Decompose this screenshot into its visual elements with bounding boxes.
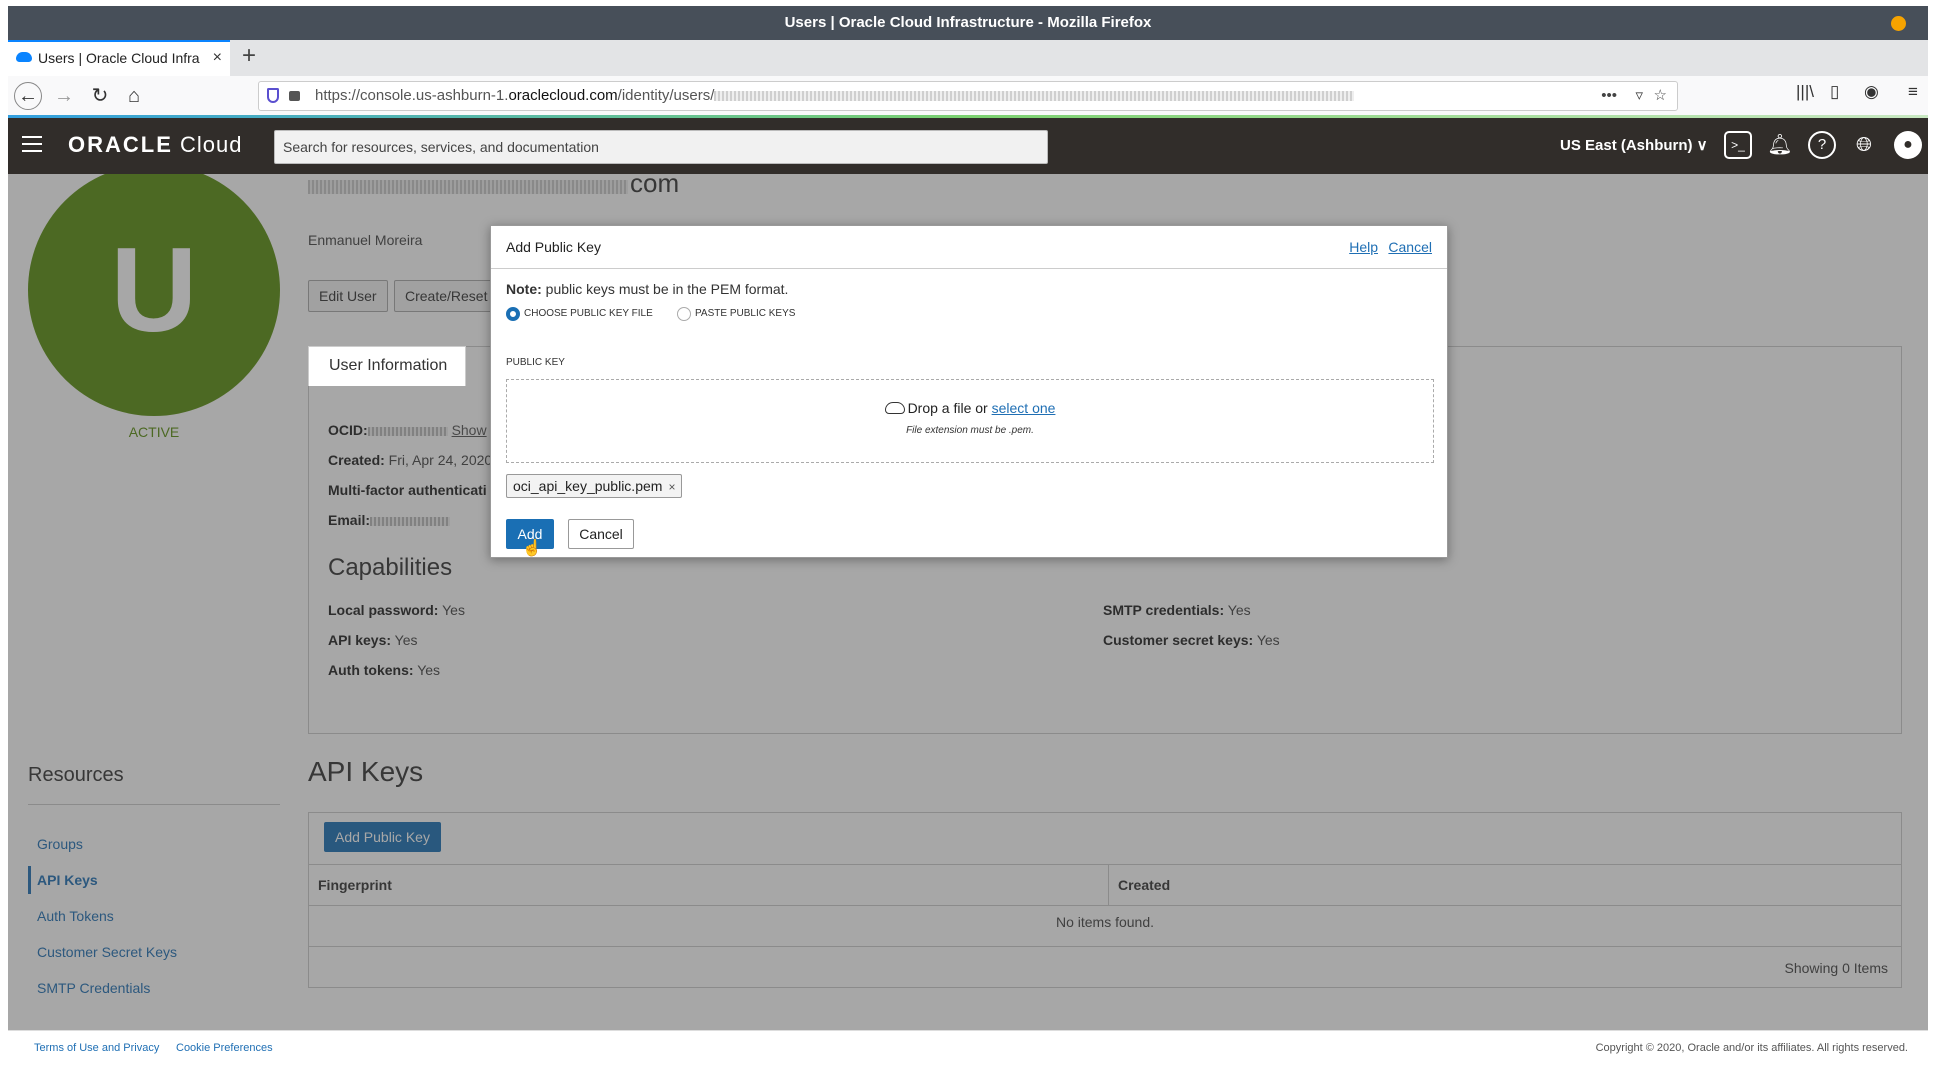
remove-file-icon[interactable]: × [668, 480, 675, 494]
browser-navbar: ← → ↻ ⌂ https://console.us-ashburn-1.ora… [8, 76, 1928, 116]
region-selector[interactable]: US East (Ashburn) ∨ [1560, 136, 1708, 154]
terms-link[interactable]: Terms of Use and Privacy [34, 1042, 159, 1054]
drop-zone-text: Drop a file or select one [507, 400, 1433, 416]
search-input[interactable]: Search for resources, services, and docu… [274, 130, 1048, 164]
page-footer: Terms of Use and Privacy Cookie Preferen… [8, 1030, 1928, 1064]
url-bar[interactable]: https://console.us-ashburn-1.oraclecloud… [258, 81, 1678, 111]
bell-icon[interactable]: 🔔︎ [1766, 131, 1794, 159]
close-tab-icon[interactable]: × [213, 42, 222, 74]
radio-paste-keys-label: PASTE PUBLIC KEYS [695, 308, 796, 319]
tab-user-information[interactable]: User Information [308, 346, 466, 386]
oci-header: ORACLE Cloud Search for resources, servi… [8, 118, 1928, 174]
add-public-key-dialog: Add Public Key Help Cancel Note: public … [490, 225, 1448, 558]
dialog-help-link[interactable]: Help [1349, 239, 1378, 255]
radio-paste-keys[interactable]: PASTE PUBLIC KEYS [677, 307, 795, 321]
file-drop-zone[interactable]: Drop a file or select one File extension… [506, 379, 1434, 463]
url-prefix: https://console.us-ashburn-1. [315, 87, 509, 104]
brand-bold: ORACLE [68, 132, 173, 157]
dialog-cancel-link[interactable]: Cancel [1388, 239, 1432, 255]
globe-icon[interactable]: 🌐︎ [1850, 131, 1878, 159]
public-key-label: PUBLIC KEY [506, 357, 565, 368]
selected-file-chip: oci_api_key_public.pem × [506, 474, 683, 498]
reload-icon[interactable]: ↻ [86, 82, 114, 110]
browser-tab-title: Users | Oracle Cloud Infra [38, 50, 200, 66]
account-icon[interactable]: ◉ [1864, 82, 1879, 102]
forward-arrow-icon[interactable]: → [50, 82, 78, 110]
home-icon[interactable]: ⌂ [120, 82, 148, 110]
radio-selected-icon [506, 307, 520, 321]
cancel-button[interactable]: Cancel [568, 519, 634, 549]
cloud-upload-icon [884, 402, 905, 414]
browser-tab-active[interactable]: Users | Oracle Cloud Infra × [8, 40, 230, 76]
oracle-cloud-favicon-icon [16, 52, 32, 62]
hamburger-menu-icon[interactable] [22, 136, 42, 152]
dialog-header: Add Public Key Help Cancel [491, 226, 1447, 269]
select-file-link[interactable]: select one [992, 400, 1056, 416]
browser-tab-strip: Users | Oracle Cloud Infra × + [8, 40, 1928, 76]
cloud-shell-icon[interactable]: >_ [1724, 131, 1752, 159]
menu-icon[interactable]: ≡ [1908, 82, 1918, 102]
radio-choose-key-file-label: CHOOSE PUBLIC KEY FILE [524, 308, 653, 319]
copyright-text: Copyright © 2020, Oracle and/or its affi… [1595, 1042, 1908, 1054]
url-redacted [714, 91, 1355, 102]
pem-format-note: Note: public keys must be in the PEM for… [506, 281, 788, 297]
user-profile-icon[interactable]: ● [1894, 131, 1922, 159]
hand-cursor-icon: ☝ [522, 540, 542, 557]
selected-file-name: oci_api_key_public.pem [513, 478, 663, 494]
help-icon[interactable]: ? [1808, 131, 1836, 159]
bookmark-star-icon[interactable]: ☆ [1654, 82, 1667, 110]
page-actions-icon[interactable]: ••• [1601, 82, 1617, 110]
lock-icon[interactable] [289, 91, 300, 101]
new-tab-icon[interactable]: + [242, 42, 256, 70]
note-label: Note: [506, 281, 542, 297]
note-text: public keys must be in the PEM format. [541, 281, 789, 297]
pocket-icon[interactable]: ▿ [1635, 82, 1643, 110]
radio-choose-key-file[interactable]: CHOOSE PUBLIC KEY FILE [506, 307, 653, 321]
sidebar-icon[interactable]: ▯ [1830, 82, 1839, 102]
dialog-title: Add Public Key [506, 239, 601, 255]
window-status-dot-icon[interactable] [1891, 16, 1906, 31]
library-icon[interactable]: |||\ [1796, 82, 1814, 102]
tracking-shield-icon[interactable] [267, 88, 279, 103]
oracle-cloud-logo[interactable]: ORACLE Cloud [68, 132, 242, 158]
back-arrow-icon[interactable]: ← [14, 82, 42, 110]
url-domain: oraclecloud.com [508, 87, 618, 104]
drop-text: Drop a file or [907, 400, 992, 416]
radio-unselected-icon [677, 307, 691, 321]
url-path: /identity/users/ [617, 87, 715, 104]
cookie-preferences-link[interactable]: Cookie Preferences [176, 1042, 273, 1054]
window-title: Users | Oracle Cloud Infrastructure - Mo… [784, 14, 1152, 31]
file-extension-hint: File extension must be .pem. [906, 425, 1034, 436]
window-titlebar: Users | Oracle Cloud Infrastructure - Mo… [8, 6, 1928, 40]
brand-rest: Cloud [172, 132, 243, 157]
